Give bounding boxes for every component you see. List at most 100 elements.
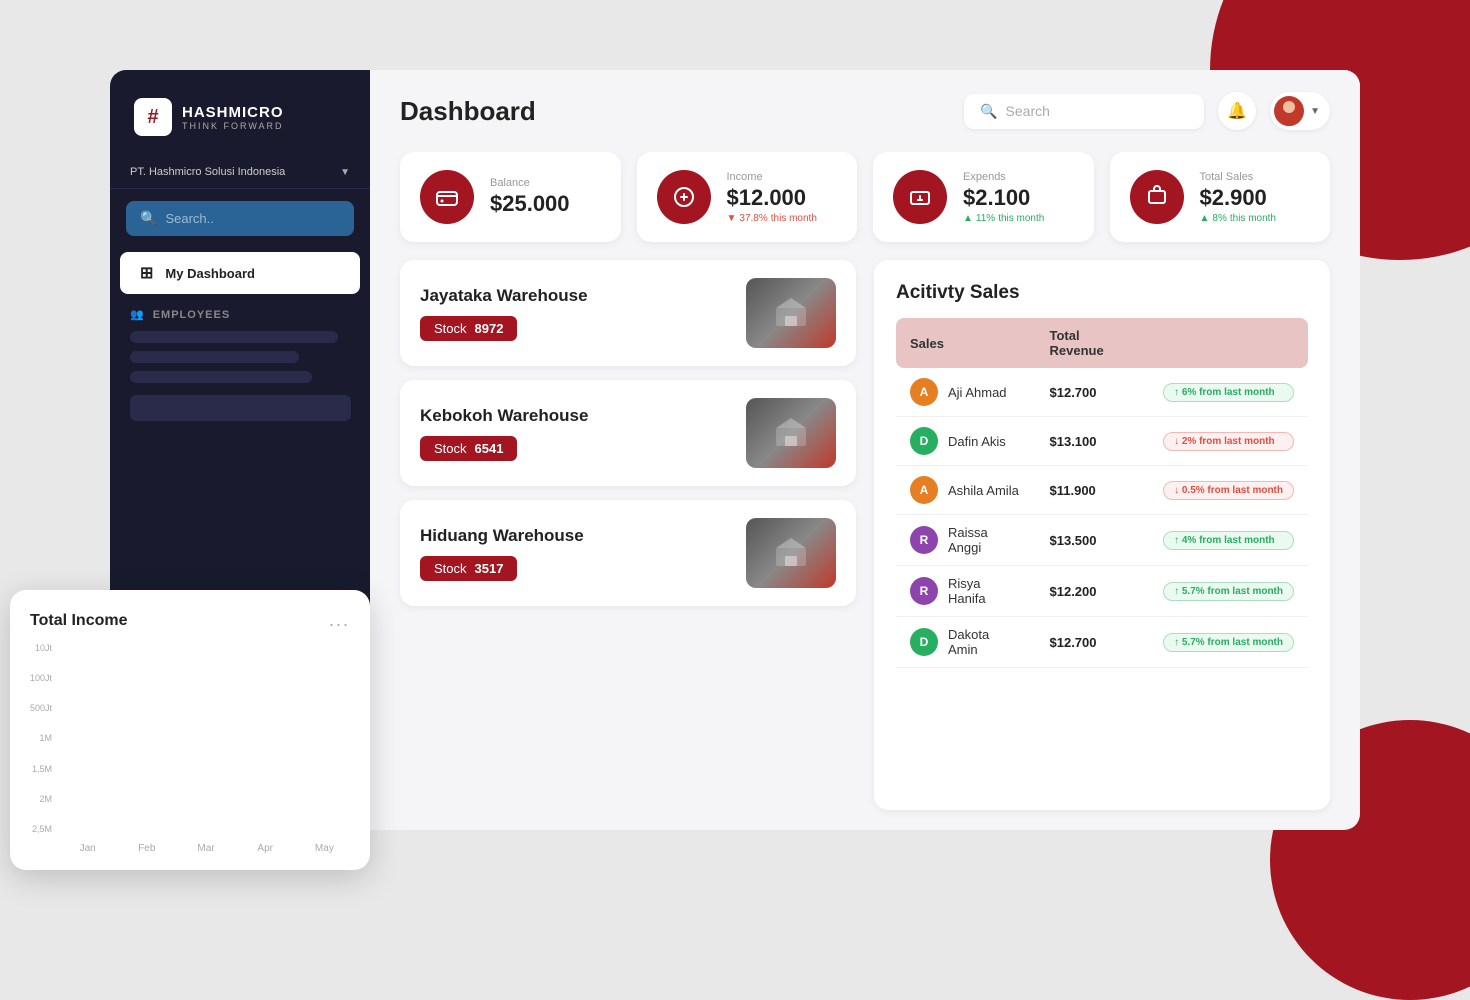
warehouse-jayataka-image [746,278,836,348]
chart-x-label: Jan [62,843,113,854]
notification-icon: 🔔 [1227,101,1247,121]
company-name: PT. Hashmicro Solusi Indonesia [130,166,285,178]
chart-bars [60,643,350,839]
sales-avatar: A [910,378,938,406]
chart-grid: 2,5M2M1,5M1M500Jt100Jt10Jt Jan Feb Mar Apr M… [30,643,350,854]
revenue-cell: $11.900 [1036,466,1150,515]
sales-name: Risya Hanifa [948,576,1022,606]
chart-x-labels: Jan Feb Mar Apr May [60,843,350,854]
sales-name: Aji Ahmad [948,385,1007,400]
table-row: A Aji Ahmad $12.700 ↑ 6% from last month [896,368,1308,417]
chart-y-label: 2,5M [30,824,52,834]
sidebar-placeholder-2[interactable] [130,351,299,363]
income-icon [657,170,711,224]
total-sales-change: ▲ 8% this month [1200,213,1277,224]
sidebar-item-dashboard-label: My Dashboard [165,266,255,281]
sidebar-placeholder-4[interactable] [130,395,351,421]
revenue-amount: $13.500 [1050,533,1097,548]
chart-x-label: May [299,843,350,854]
sales-avatar: D [910,427,938,455]
sidebar-search-input[interactable] [165,211,340,226]
dashboard-icon: ⊞ [140,263,153,283]
warehouse-kebokoh-stock-label: Stock [434,441,467,456]
change-cell: ↓ 2% from last month [1149,417,1308,466]
warehouse-hiduang-stock-label: Stock [434,561,467,576]
change-cell: ↑ 4% from last month [1149,515,1308,566]
search-input[interactable] [1006,103,1189,119]
warehouse-jayataka-info: Jayataka Warehouse Stock 8972 [420,286,588,341]
revenue-amount: $13.100 [1050,434,1097,449]
table-row: A Ashila Amila $11.900 ↓ 0.5% from last … [896,466,1308,515]
logo-text: HASHMICRO THINK FORWARD [182,104,284,131]
change-badge: ↓ 2% from last month [1163,432,1294,451]
chart-y-axis: 2,5M2M1,5M1M500Jt100Jt10Jt [30,643,60,854]
main-search-bar[interactable]: 🔍 [964,94,1204,129]
revenue-cell: $12.700 [1036,617,1150,668]
total-sales-icon [1130,170,1184,224]
warehouse-jayataka-stock-value: 8972 [475,321,504,336]
company-arrow-icon: ▼ [340,167,350,178]
sidebar-search-bar[interactable]: 🔍 [126,201,354,236]
activity-table: Sales Total Revenue A Aji Ahmad $12.700 … [896,318,1308,668]
logo-icon: # [134,98,172,136]
sidebar-placeholder-3[interactable] [130,371,312,383]
change-cell: ↓ 0.5% from last month [1149,466,1308,515]
avatar-arrow-icon: ▼ [1310,106,1320,117]
balance-icon [420,170,474,224]
activity-sales-card: Acitivty Sales Sales Total Revenue A [874,260,1330,810]
income-chart-more-button[interactable]: ... [329,610,350,631]
change-badge: ↑ 4% from last month [1163,531,1294,550]
stats-row: Balance $25.000 Income $12.000 ▼ [400,152,1330,242]
notification-button[interactable]: 🔔 [1218,92,1256,130]
col-revenue: Total Revenue [1036,318,1150,368]
total-sales-label: Total Sales [1200,171,1277,183]
change-badge: ↑ 5.7% from last month [1163,633,1294,652]
activity-title: Acitivty Sales [896,282,1308,304]
sales-person: D Dafin Akis [910,427,1022,455]
sales-avatar: A [910,476,938,504]
sales-person: D Dakota Amin [910,627,1022,657]
table-row: R Raissa Anggi $13.500 ↑ 4% from last mo… [896,515,1308,566]
sales-name: Dafin Akis [948,434,1006,449]
sidebar-placeholder-1[interactable] [130,331,338,343]
income-chart-header: Total Income ... [30,610,350,631]
sales-cell: R Risya Hanifa [896,566,1036,617]
chart-y-label: 10Jt [30,643,52,653]
chart-y-label: 500Jt [30,703,52,713]
search-icon: 🔍 [980,103,997,120]
sales-name: Dakota Amin [948,627,1022,657]
user-avatar-button[interactable]: ▼ [1270,92,1330,130]
expends-value: $2.100 [963,185,1044,211]
warehouse-jayataka-stock-label: Stock [434,321,467,336]
chart-x-label: Feb [121,843,172,854]
balance-value: $25.000 [490,191,570,217]
chart-x-label: Apr [240,843,291,854]
revenue-cell: $13.500 [1036,515,1150,566]
sidebar-item-dashboard[interactable]: ⊞ My Dashboard [120,252,360,294]
revenue-amount: $12.700 [1050,635,1097,650]
employees-section-label: EMPLOYEES [153,309,230,321]
change-badge: ↑ 6% from last month [1163,383,1294,402]
sales-person: A Aji Ahmad [910,378,1022,406]
company-selector[interactable]: PT. Hashmicro Solusi Indonesia ▼ [110,156,370,189]
sales-name: Raissa Anggi [948,525,1022,555]
sales-cell: D Dafin Akis [896,417,1036,466]
chart-y-label: 1,5M [30,764,52,774]
warehouse-card-hiduang: Hiduang Warehouse Stock 3517 [400,500,856,606]
revenue-amount: $12.700 [1050,385,1097,400]
warehouse-hiduang-badge: Stock 3517 [420,556,517,581]
income-change: ▼ 37.8% this month [727,213,817,224]
change-cell: ↑ 5.7% from last month [1149,566,1308,617]
sales-cell: A Ashila Amila [896,466,1036,515]
warehouse-jayataka-badge: Stock 8972 [420,316,517,341]
sales-avatar: D [910,628,938,656]
chart-x-label: Mar [180,843,231,854]
lower-row: Jayataka Warehouse Stock 8972 [400,260,1330,810]
expends-info: Expends $2.100 ▲ 11% this month [963,171,1044,224]
revenue-cell: $12.700 [1036,368,1150,417]
total-sales-info: Total Sales $2.900 ▲ 8% this month [1200,171,1277,224]
main-content: Dashboard 🔍 🔔 ▼ [370,70,1360,830]
warehouse-list: Jayataka Warehouse Stock 8972 [400,260,856,810]
col-change [1149,318,1308,368]
col-sales: Sales [896,318,1036,368]
